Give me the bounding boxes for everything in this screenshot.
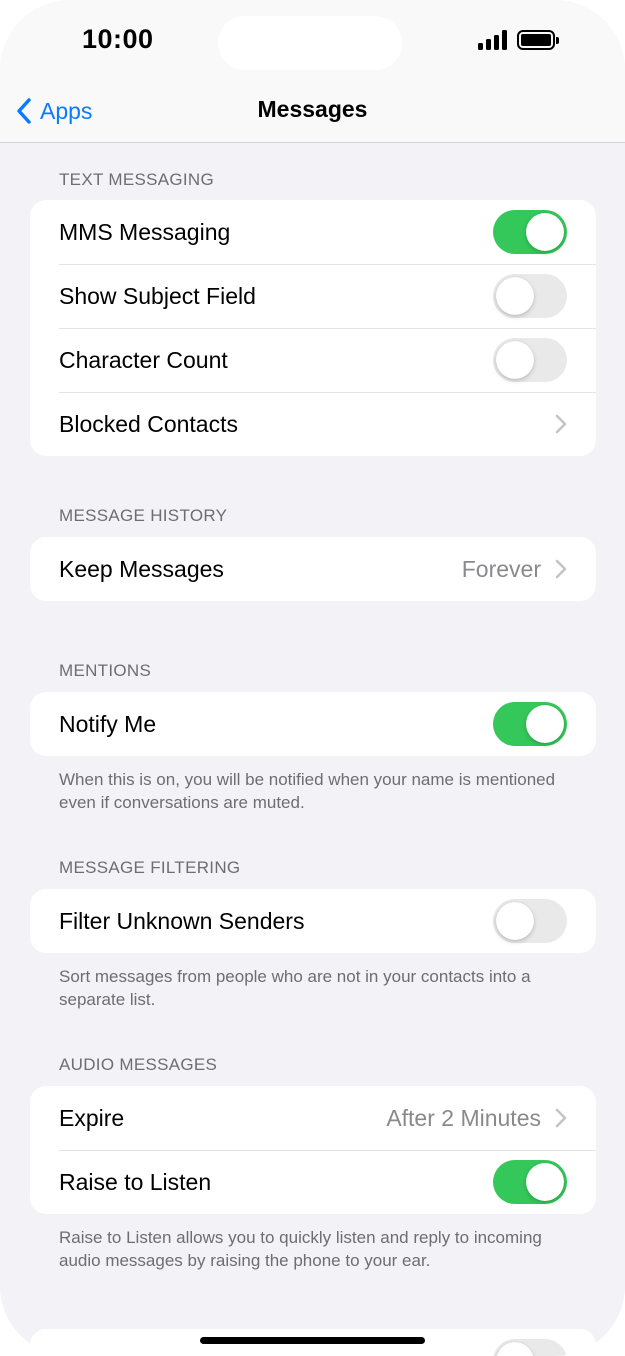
raise-to-listen-toggle[interactable] [493,1160,567,1204]
page-title: Messages [257,96,368,122]
section-header-message-history: MESSAGE HISTORY [59,506,228,525]
navigation-bar: 10:00 Apps Messages [0,0,625,143]
dynamic-island [218,16,402,70]
row-label: Expire [59,1104,125,1131]
battery-full-icon [517,30,559,50]
section-header-text-messaging: TEXT MESSAGING [59,170,215,189]
row-mms-messaging: MMS Messaging [30,200,596,264]
phone-screen: 10:00 Apps Messages TEXT MESSAGING MMS M… [0,0,625,1356]
status-icons [478,30,559,50]
section-header-mentions: MENTIONS [59,661,152,680]
row-label: Character Count [59,346,228,373]
row-value: After 2 Minutes [386,1104,541,1131]
group-text-messaging: MMS Messaging Show Subject Field Charact… [30,200,596,456]
group-audio-messages: Expire After 2 Minutes Raise to Listen [30,1086,596,1214]
row-label: Blocked Contacts [59,410,238,437]
show-subject-field-toggle[interactable] [493,274,567,318]
status-time: 10:00 [82,24,154,54]
row-show-subject-field: Show Subject Field [30,264,596,328]
row-filter-unknown-senders: Filter Unknown Senders [30,889,596,953]
section-header-message-filtering: MESSAGE FILTERING [59,858,241,877]
chevron-right-icon [555,559,567,579]
row-label: Filter Unknown Senders [59,907,305,934]
mms-messaging-toggle[interactable] [493,210,567,254]
group-message-filtering: Filter Unknown Senders [30,889,596,953]
row-raise-to-listen: Raise to Listen [30,1150,596,1214]
row-label: Show Subject Field [59,282,256,309]
filtering-footer-note: Sort messages from people who are not in… [59,967,531,1009]
row-label: Keep Messages [59,555,224,582]
row-label: Raise to Listen [59,1168,212,1195]
chevron-right-icon [555,1108,567,1128]
row-label: Notify Me [59,710,157,737]
row-expire[interactable]: Expire After 2 Minutes [30,1086,596,1150]
row-blocked-contacts[interactable]: Blocked Contacts [30,392,596,456]
filter-unknown-senders-toggle[interactable] [493,899,567,943]
audio-footer-note: Raise to Listen allows you to quickly li… [59,1228,542,1270]
cellular-signal-icon [478,30,507,50]
row-notify-me: Notify Me [30,692,596,756]
row-label: MMS Messaging [59,218,231,245]
partial-row-toggle[interactable] [493,1339,567,1356]
chevron-right-icon [555,414,567,434]
group-mentions: Notify Me [30,692,596,756]
row-character-count: Character Count [30,328,596,392]
character-count-toggle[interactable] [493,338,567,382]
group-message-history: Keep Messages Forever [30,537,596,601]
home-indicator[interactable] [200,1337,425,1344]
section-header-audio-messages: AUDIO MESSAGES [59,1055,218,1074]
notify-me-toggle[interactable] [493,702,567,746]
row-keep-messages[interactable]: Keep Messages Forever [30,537,596,601]
mentions-footer-note: When this is on, you will be notified wh… [59,770,556,812]
row-value: Forever [461,555,541,582]
